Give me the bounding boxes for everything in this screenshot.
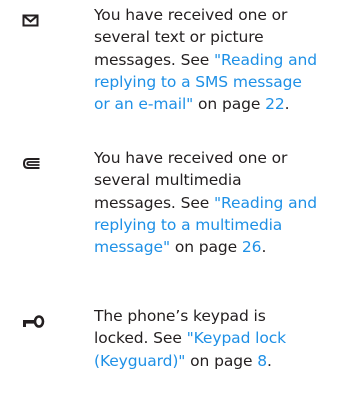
text-line: replying to a multimedia	[94, 214, 340, 236]
cross-reference-link[interactable]: replying to a multimedia	[94, 216, 282, 234]
text-run: several multimedia	[94, 171, 242, 190]
cross-reference-link[interactable]: replying to a SMS message	[94, 73, 302, 91]
page-number-link[interactable]: 26	[242, 238, 262, 256]
text-line: replying to a SMS message	[94, 71, 340, 93]
indicator-description: You have received one or several text or…	[94, 4, 340, 115]
text-run: on page	[170, 238, 242, 257]
text-line: The phone’s keypad is	[94, 305, 340, 327]
key-lock-icon	[22, 313, 48, 335]
text-line: (Keyguard)" on page 8.	[94, 350, 340, 372]
text-run: .	[284, 95, 290, 114]
text-line: messages. See "Reading and	[94, 49, 340, 71]
cross-reference-link[interactable]: (Keyguard)"	[94, 352, 185, 370]
page-number-link[interactable]: 22	[265, 95, 285, 113]
text-line: several multimedia	[94, 169, 340, 191]
text-line: messages. See "Reading and	[94, 192, 340, 214]
text-run: messages. See	[94, 50, 215, 69]
text-line: locked. See "Keypad lock	[94, 327, 340, 349]
text-run: The phone’s keypad is	[94, 307, 266, 325]
text-run: on page	[185, 351, 258, 370]
cross-reference-link[interactable]: or an e-mail"	[94, 95, 193, 113]
multimedia-message-icon	[22, 155, 48, 177]
text-line: You have received one or	[94, 4, 340, 26]
text-run: locked. See	[94, 329, 187, 348]
text-run: on page	[193, 95, 266, 114]
text-line: message" on page 26.	[94, 236, 340, 258]
cross-reference-link[interactable]: "Reading and	[214, 194, 317, 212]
text-run: You have received one or	[94, 149, 288, 167]
text-line: or an e-mail" on page 22.	[94, 93, 340, 115]
text-line: several text or picture	[94, 26, 340, 48]
cross-reference-link[interactable]: "Keypad lock	[187, 329, 287, 347]
text-line: You have received one or	[94, 147, 340, 169]
indicator-description: You have received one or several multime…	[94, 147, 340, 258]
text-run: .	[267, 351, 272, 370]
indicator-description: The phone’s keypad is locked. See "Keypa…	[94, 305, 340, 372]
cross-reference-link[interactable]: message"	[94, 238, 170, 256]
text-run: You have received one or	[94, 6, 288, 24]
text-run: messages. See	[94, 193, 215, 212]
cross-reference-link[interactable]: "Reading and	[214, 51, 317, 69]
envelope-icon	[22, 12, 48, 34]
text-run: several text or picture	[94, 28, 264, 47]
text-run: .	[261, 238, 267, 257]
page-number-link[interactable]: 8	[257, 352, 267, 370]
